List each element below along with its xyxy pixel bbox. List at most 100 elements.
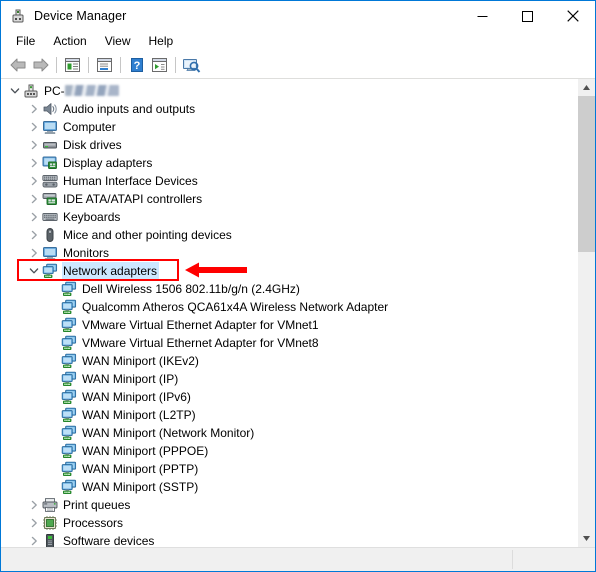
forward-button[interactable] [29,54,52,76]
tree-row[interactable]: Network adapters [1,262,577,280]
tree-row[interactable]: WAN Miniport (IKEv2) [1,352,577,370]
properties-button[interactable] [61,54,84,76]
chevron-right-icon[interactable] [26,532,42,547]
tree-row[interactable]: WAN Miniport (Network Monitor) [1,424,577,442]
tree-row[interactable]: Print queues [1,496,577,514]
tree-indent-spacer [45,280,61,298]
tree-item-label: Display adapters [63,156,153,170]
toolbar-separator-3 [120,57,121,73]
tree-row[interactable]: VMware Virtual Ethernet Adapter for VMne… [1,316,577,334]
chevron-right-icon[interactable] [26,244,42,262]
chevron-right-icon[interactable] [26,136,42,154]
tree-row[interactable]: WAN Miniport (PPTP) [1,460,577,478]
chevron-right-icon[interactable] [26,154,42,172]
tree-item-label: Mice and other pointing devices [63,228,232,242]
chevron-right-icon[interactable] [26,496,42,514]
chevron-right-icon[interactable] [26,226,42,244]
redacted-computer-name [64,85,119,96]
tree-item-label: Print queues [63,498,131,512]
tree-row[interactable]: Audio inputs and outputs [1,100,577,118]
tree-row[interactable]: WAN Miniport (IP) [1,370,577,388]
chevron-right-icon [31,104,37,114]
chevron-right-icon [31,176,37,186]
tree-row[interactable]: Mice and other pointing devices [1,226,577,244]
scan-hardware-icon [183,58,201,73]
tree-row[interactable]: Processors [1,514,577,532]
scroll-up-button[interactable] [578,79,595,96]
menu-help[interactable]: Help [140,32,183,51]
tree-item-label: Computer [63,120,116,134]
tree-row-root[interactable]: PC- [1,82,577,100]
scan-for-hardware-changes-button[interactable] [180,54,203,76]
tree-row[interactable]: Qualcomm Atheros QCA61x4A Wireless Netwo… [1,298,577,316]
chevron-right-icon [31,122,37,132]
processor-icon [42,515,58,531]
scrollbar-thumb[interactable] [578,96,595,253]
computer-root-icon [23,83,39,99]
scroll-down-button[interactable] [578,530,595,547]
tree-item-label: Dell Wireless 1506 802.11b/g/n (2.4GHz) [82,282,300,296]
tree-row[interactable]: WAN Miniport (PPPOE) [1,442,577,460]
tree-row[interactable]: VMware Virtual Ethernet Adapter for VMne… [1,334,577,352]
tree-row[interactable]: Display adapters [1,154,577,172]
back-arrow-icon [10,58,25,72]
tree-item-label: VMware Virtual Ethernet Adapter for VMne… [82,318,319,332]
tree-row[interactable]: IDE ATA/ATAPI controllers [1,190,577,208]
tree-item-label: WAN Miniport (IP) [82,372,179,386]
chevron-right-icon[interactable] [26,172,42,190]
chevron-right-icon[interactable] [26,100,42,118]
tree-row[interactable]: WAN Miniport (L2TP) [1,406,577,424]
chevron-right-icon[interactable] [26,208,42,226]
help-question-icon: ? [130,58,143,72]
tree-row[interactable]: Software devices [1,532,577,547]
tree-item-label: VMware Virtual Ethernet Adapter for VMne… [82,336,319,350]
chevron-right-icon[interactable] [26,514,42,532]
close-button[interactable] [550,1,595,31]
chevron-right-icon [31,500,37,510]
scroll-up-icon [583,85,590,90]
tree-item-label: WAN Miniport (L2TP) [82,408,196,422]
scrollbar-track[interactable] [578,96,595,530]
chevron-down-icon[interactable] [26,262,42,280]
tree-row[interactable]: Human Interface Devices [1,172,577,190]
software-device-icon [42,533,58,547]
tree-item-label: Disk drives [63,138,122,152]
show-hide-console-tree-button[interactable] [93,54,116,76]
maximize-button[interactable] [505,1,550,31]
vertical-scrollbar[interactable] [577,79,595,547]
minimize-button[interactable] [460,1,505,31]
tree-indent-spacer [45,370,61,388]
window-controls [460,1,595,31]
toolbar-separator-1 [56,57,57,73]
tree-row[interactable]: WAN Miniport (IPv6) [1,388,577,406]
chevron-right-icon[interactable] [26,190,42,208]
tree-row[interactable]: WAN Miniport (SSTP) [1,478,577,496]
tree-item-label: Processors [63,516,124,530]
tree-row[interactable]: Computer [1,118,577,136]
network-adapter-icon [61,317,77,333]
menu-file[interactable]: File [7,32,44,51]
back-button[interactable] [6,54,29,76]
ide-controller-icon [42,191,58,207]
title-bar[interactable]: Device Manager [1,1,595,31]
speaker-icon [42,101,58,117]
tree-row[interactable]: Keyboards [1,208,577,226]
chevron-down-icon [29,268,39,274]
chevron-down-icon [10,88,20,94]
forward-arrow-icon [33,58,48,72]
chevron-right-icon [31,536,37,546]
chevron-down-icon[interactable] [7,82,23,100]
toolbar-separator-2 [88,57,89,73]
keyboard-icon [42,209,58,225]
chevron-right-icon[interactable] [26,118,42,136]
menu-action[interactable]: Action [44,32,95,51]
tree-row[interactable]: Monitors [1,244,577,262]
menu-view[interactable]: View [96,32,140,51]
tree-row[interactable]: Disk drives [1,136,577,154]
update-driver-button[interactable] [148,54,171,76]
chevron-right-icon [31,518,37,528]
device-tree[interactable]: PC- Audio inputs and outputs Computer Disk … [1,79,577,547]
tree-item-label: WAN Miniport (PPTP) [82,462,199,476]
help-button[interactable]: ? [125,54,148,76]
tree-row[interactable]: Dell Wireless 1506 802.11b/g/n (2.4GHz) [1,280,577,298]
